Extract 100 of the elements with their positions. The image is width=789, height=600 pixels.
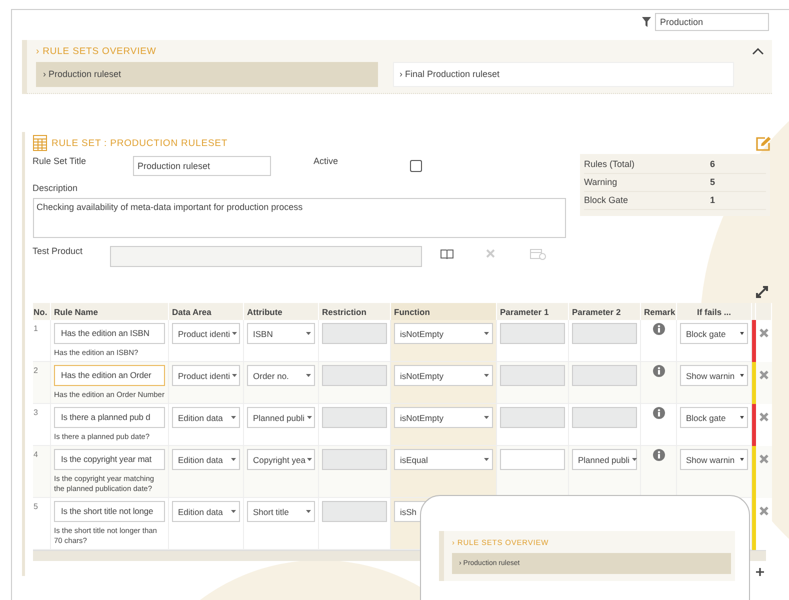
attribute-dropdown[interactable]: Copyright yea (247, 449, 315, 470)
row-number: 5 (34, 502, 38, 511)
caret-icon (484, 458, 489, 461)
ruleset-item[interactable]: › Final Production ruleset (392, 62, 734, 87)
collapse-icon[interactable] (752, 47, 764, 55)
column-header: Parameter 2 (572, 306, 621, 316)
column-header: Parameter 1 (500, 306, 549, 316)
rule-name-field[interactable]: Is the copyright year mat (54, 449, 165, 470)
column-header: No. (34, 306, 48, 316)
caret-icon (306, 332, 311, 335)
column-header: Data Area (172, 306, 212, 316)
parameter-field[interactable] (572, 407, 637, 428)
stat-value: 5 (710, 176, 716, 189)
parameter-field[interactable] (500, 365, 565, 386)
attribute-dropdown[interactable]: Planned publi (247, 407, 315, 428)
if-fails-dropdown[interactable]: Show warnin (680, 365, 748, 386)
function-dropdown[interactable]: isEqual (394, 449, 493, 470)
field-label: Test Product (32, 246, 84, 256)
caret-icon (484, 416, 489, 419)
data-area-dropdown[interactable]: Edition data (172, 501, 240, 522)
data-area-dropdown[interactable]: Product identi (172, 323, 240, 344)
function-dropdown[interactable]: isNotEmpty (394, 365, 493, 386)
info-icon[interactable] (652, 323, 664, 335)
parameter-field[interactable] (500, 449, 565, 470)
attribute-dropdown[interactable]: Order no. (247, 365, 315, 386)
attribute-dropdown[interactable]: ISBN (247, 323, 315, 344)
card-icon[interactable] (530, 249, 546, 260)
delete-icon[interactable] (758, 370, 768, 380)
info-icon[interactable] (652, 407, 664, 419)
data-area-dropdown[interactable]: Edition data (172, 449, 240, 470)
parameter-field[interactable] (500, 407, 565, 428)
caret-icon (740, 416, 744, 419)
delete-icon[interactable] (758, 412, 768, 422)
caret-icon (740, 374, 744, 377)
function-dropdown[interactable]: isNotEmpty (394, 407, 493, 428)
data-area-dropdown[interactable]: Edition data (172, 407, 240, 428)
caret-icon (740, 458, 744, 461)
book-icon[interactable] (440, 249, 454, 260)
restriction-field[interactable] (322, 407, 387, 428)
caret-icon (232, 374, 237, 377)
stat-label: Rules (Total) (584, 158, 636, 171)
parameter-field[interactable] (500, 323, 565, 344)
column-header: If fails ... (696, 306, 731, 316)
column-header: Attribute (247, 306, 282, 316)
info-icon[interactable] (652, 449, 664, 461)
rule-name-field[interactable]: Has the edition an Order (54, 365, 165, 386)
function-dropdown[interactable]: isNotEmpty (394, 323, 493, 344)
field-label: Description (32, 183, 78, 193)
caret-icon (307, 458, 312, 461)
caret-icon (632, 458, 637, 461)
caret-icon (740, 332, 744, 335)
delete-icon[interactable] (758, 328, 768, 338)
rule-name-field[interactable]: Is there a planned pub d (54, 407, 165, 428)
ruleset-item[interactable]: › Production ruleset (36, 62, 378, 87)
filter-icon[interactable] (642, 17, 651, 27)
column-header: Remark (644, 306, 676, 316)
stat-value: 1 (710, 194, 716, 207)
restriction-field[interactable] (322, 323, 387, 344)
filter-field[interactable]: Production (655, 13, 769, 31)
column-header: Function (394, 306, 430, 316)
column-header: Rule Name (54, 306, 98, 316)
stat-label: Warning (584, 176, 618, 189)
rule-name-field[interactable]: Is the short title not longe (54, 501, 165, 522)
table-icon (32, 135, 46, 151)
data-area-dropdown[interactable]: Product identi (172, 365, 240, 386)
row-number: 1 (34, 324, 38, 333)
restriction-field[interactable] (322, 449, 387, 470)
stat-value: 6 (710, 158, 716, 171)
if-fails-dropdown[interactable]: Block gate (680, 323, 748, 344)
info-icon[interactable] (652, 365, 664, 377)
caret-icon (232, 332, 237, 335)
delete-icon[interactable] (758, 454, 768, 464)
test-product-field[interactable] (110, 246, 422, 267)
stat-label: Block Gate (584, 194, 630, 207)
rule-name-field[interactable]: Has the edition an ISBN (54, 323, 165, 344)
parameter-field[interactable] (572, 323, 637, 344)
caret-icon (231, 510, 236, 513)
if-fails-dropdown[interactable]: Show warnin (680, 449, 748, 470)
add-icon[interactable] (756, 568, 764, 576)
field-label: Rule Set Title (32, 156, 88, 166)
edit-icon[interactable] (755, 136, 772, 150)
parameter-dropdown[interactable]: Planned publi (572, 449, 637, 470)
restriction-field[interactable] (322, 501, 387, 522)
attribute-dropdown[interactable]: Short title (247, 501, 315, 522)
restriction-field[interactable] (322, 365, 387, 386)
if-fails-dropdown[interactable]: Block gate (680, 407, 748, 428)
caret-icon (484, 332, 489, 335)
description-field[interactable]: Checking availability of meta-data important for production process (32, 198, 566, 238)
title-field[interactable]: Production ruleset (132, 156, 270, 176)
expand-icon[interactable] (755, 285, 769, 299)
delete-icon[interactable] (758, 506, 768, 516)
caret-icon (231, 458, 236, 461)
caret-icon (306, 374, 311, 377)
row-number: 3 (34, 408, 38, 417)
caret-icon (306, 510, 311, 513)
field-label: Active (314, 156, 340, 166)
active-checkbox[interactable] (410, 160, 422, 172)
close-icon[interactable] (486, 249, 494, 258)
parameter-field[interactable] (572, 365, 637, 386)
caret-icon (306, 416, 312, 419)
